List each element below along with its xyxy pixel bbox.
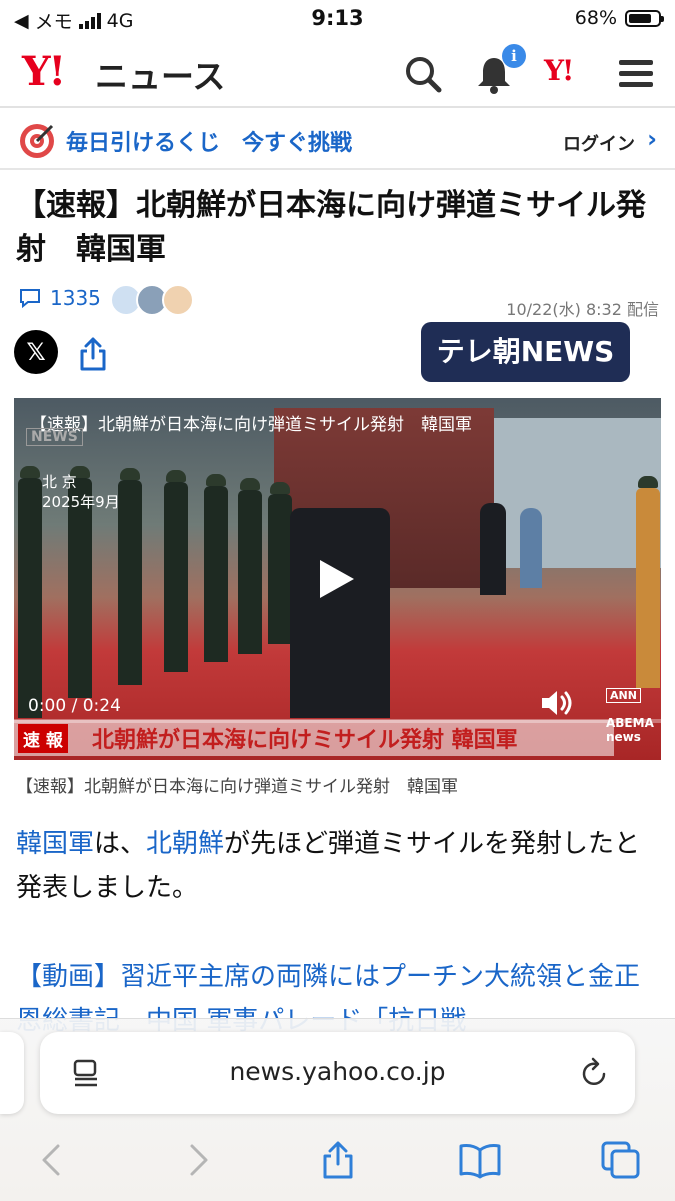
body-text: は、: [94, 829, 147, 859]
yahoo-top-icon[interactable]: Y!: [544, 54, 574, 87]
menu-icon[interactable]: [616, 54, 656, 94]
video-figure: [268, 482, 292, 644]
lottery-banner[interactable]: 毎日引けるくじ 今すぐ挑戦 ログイン ›: [0, 110, 675, 170]
source-logo[interactable]: テレ朝NEWS: [421, 322, 630, 382]
previous-tab-peek[interactable]: [0, 1032, 24, 1114]
video-figure: [290, 508, 390, 718]
comment-icon: [20, 289, 40, 309]
battery-percent: 68%: [574, 7, 617, 29]
tabs-icon[interactable]: [600, 1140, 642, 1180]
avatar: [162, 284, 194, 316]
video-figure: [520, 508, 542, 588]
status-right: 68%: [574, 7, 664, 29]
battery-icon: [625, 9, 664, 27]
keyword-link[interactable]: 韓国軍: [16, 829, 94, 859]
video-figure: [118, 468, 142, 685]
video-figure: [204, 474, 228, 662]
video-figure: [480, 503, 506, 595]
abema-logo: ABEMA news: [606, 716, 654, 744]
notification-badge: i: [502, 44, 526, 68]
site-header: Y! ニュース i Y!: [0, 40, 675, 108]
video-time: 0:00 / 0:24: [28, 696, 121, 716]
back-icon[interactable]: [34, 1140, 70, 1180]
status-bar: ◀ メモ 4G 9:13 68%: [0, 0, 675, 40]
video-figure: [18, 466, 42, 718]
video-figure: [164, 470, 188, 672]
keyword-link[interactable]: 北朝鮮: [146, 829, 224, 859]
video-caption: 【速報】北朝鮮が日本海に向け弾道ミサイル発射 韓国軍: [16, 777, 458, 797]
volume-icon[interactable]: [540, 688, 574, 718]
video-figure: [238, 478, 262, 654]
comment-link[interactable]: 1335: [18, 286, 101, 310]
target-icon: [20, 124, 54, 158]
article-body: 韓国軍は、北朝鮮が先ほど弾道ミサイルを発射したと発表しました。: [16, 822, 661, 910]
location-overlay: 北 京 2025年9月: [42, 473, 120, 511]
ann-logo: ANN: [606, 688, 641, 703]
forward-icon[interactable]: [180, 1140, 216, 1180]
reload-icon[interactable]: [580, 1056, 610, 1088]
lottery-text[interactable]: 毎日引けるくじ 今すぐ挑戦: [66, 125, 352, 157]
yahoo-logo[interactable]: Y!: [22, 48, 66, 95]
url-text[interactable]: news.yahoo.co.jp: [40, 1057, 635, 1086]
publish-date: 10/22(水) 8:32 配信: [506, 300, 659, 319]
login-link[interactable]: ログイン: [563, 130, 635, 156]
commenter-avatars[interactable]: [110, 284, 194, 316]
article-title: 【速報】北朝鮮が日本海に向け弾道ミサイル発射 韓国軍: [16, 188, 646, 267]
search-icon[interactable]: [403, 54, 443, 94]
video-figure: [636, 476, 660, 688]
share-sheet-icon[interactable]: [320, 1140, 356, 1180]
clock: 9:13: [311, 6, 364, 30]
news-watermark: NEWS: [26, 428, 83, 446]
video-player[interactable]: 【速報】北朝鮮が日本海に向け弾道ミサイル発射 韓国軍 NEWS 北 京 2025…: [14, 398, 661, 760]
ticker-text: 北朝鮮が日本海に向けミサイル発射 韓国軍: [92, 728, 518, 753]
share-icon[interactable]: [78, 336, 108, 372]
play-icon[interactable]: [320, 560, 354, 598]
comment-count: 1335: [50, 286, 101, 310]
ticker-label: 速 報: [18, 724, 68, 753]
x-share-button[interactable]: 𝕏: [14, 330, 58, 374]
chevron-right-icon[interactable]: ›: [647, 125, 657, 153]
video-title: 【速報】北朝鮮が日本海に向け弾道ミサイル発射 韓国軍: [30, 415, 472, 435]
service-name[interactable]: ニュース: [95, 50, 225, 98]
bookmarks-icon[interactable]: [458, 1140, 502, 1180]
